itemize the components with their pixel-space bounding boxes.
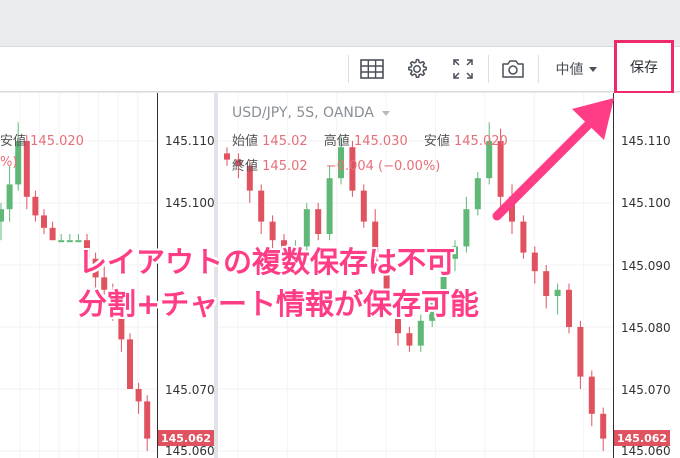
chevron-down-icon [588,66,597,72]
candle-body [49,227,56,241]
legend-low-value: 145.020 [454,134,508,149]
gear-icon [408,58,427,78]
legend-ohlc-row2: 終値 145.02 −0.004 (−0.00%) [232,155,440,174]
candle-body [23,141,30,197]
price-source-label: 中値 [555,62,584,78]
chart-area[interactable]: 145.110 145.100 145.060 145.070 145.110 … [0,93,680,458]
legend-left: 安値 145.020 [0,130,84,149]
top-bar [0,0,680,46]
candle-body [417,320,424,346]
candle-body [41,215,47,228]
candle-body [32,196,39,216]
legend-high-key: 高値 [323,134,350,149]
candle-body [144,401,151,439]
save-button[interactable]: 保存 [614,40,674,94]
candle-body [406,333,413,346]
legend-close-value: 145.02 [262,159,308,174]
price-axis-line-right [613,93,614,458]
legend-ohlc-row1: 始値 145.02 高値 145.030 安値 145.020 [232,130,508,149]
candle-body [269,221,276,241]
last-price-tag-left: 145.062 [158,430,214,446]
candle-body [66,240,73,243]
price-source-dropdown[interactable]: 中値 [546,47,606,91]
candle-body [577,327,584,377]
candle-body [497,141,504,197]
legend-open-key: 始値 [232,134,259,149]
fullscreen-button[interactable] [442,47,484,91]
tick-label: 145.100 [621,196,671,210]
candle-body [6,184,13,210]
candle-body [600,413,607,439]
chevron-down-icon [382,111,391,116]
expand-icon [453,59,473,79]
tick-label: 145.060 [165,444,215,458]
candle-body [0,209,4,222]
candle-body [258,190,265,222]
candle-body [360,190,367,222]
candle-body [463,209,470,247]
candle-body [127,339,133,389]
legend-open-value: 145.02 [262,134,308,149]
chart-toolbar: 中値 [0,46,680,92]
tick-label: 145.110 [165,134,215,148]
settings-button[interactable] [396,47,438,91]
legend-close-key: 終値 [232,159,259,174]
legend-symbol[interactable]: USD/JPY, 5S, OANDA [232,105,391,121]
tick-label: 145.090 [621,259,671,273]
candle-body [509,196,515,222]
layout-grid-button[interactable] [352,47,392,91]
candle-body [135,389,142,402]
candle-body [531,252,538,272]
toolbar-separator [348,55,349,83]
candle-body [58,240,65,243]
screenshot-button[interactable] [492,47,534,91]
legend-low-value: 145.020 [30,134,84,149]
legend-high-value: 145.030 [353,134,408,149]
annotation-line-1: レイアウトの複数保存は不可 [78,245,456,279]
toolbar-separator [538,55,539,83]
candle-body [520,221,527,253]
legend-low-key: 安値 [0,134,27,149]
candle-body [588,376,595,414]
camera-icon [502,60,524,78]
symbol-label: USD/JPY, 5S, OANDA [232,105,374,121]
legend-left-change: %) [0,155,17,170]
legend-change: −0.004 (−0.00%) [325,159,441,174]
grid-icon [360,59,384,79]
toolbar-separator [488,55,489,83]
candle-body [554,289,561,296]
candle-body [566,289,572,327]
tick-label: 145.100 [165,196,215,210]
save-button-label: 保存 [630,60,658,76]
tick-label: 145.080 [621,321,671,335]
tick-label: 145.070 [165,383,215,397]
candle-body [315,209,322,234]
candle-body [326,178,333,234]
candle-body [224,153,230,160]
tick-label: 145.060 [621,444,671,458]
annotation-line-2: 分割+チャート情報が保存可能 [78,287,480,321]
tick-label: 145.110 [621,134,671,148]
candle-body [543,271,550,296]
candle-body [474,178,481,210]
last-price-tag-right: 145.062 [614,430,670,446]
legend-pct-fragment: %) [0,155,18,170]
legend-low-key: 安値 [423,134,450,149]
tick-label: 145.070 [621,383,671,397]
